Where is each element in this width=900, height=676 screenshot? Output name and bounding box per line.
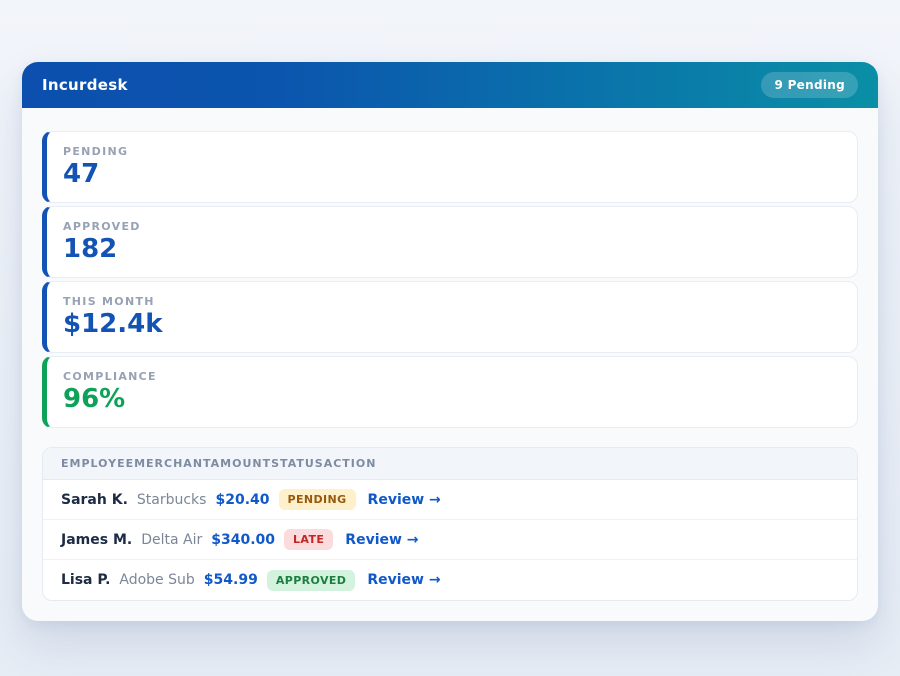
column-header: STATUS — [271, 457, 324, 470]
stat-card: COMPLIANCE 96% — [42, 356, 858, 428]
stat-value: 96% — [63, 385, 841, 414]
column-header: ACTION — [324, 457, 377, 470]
amount-value: $340.00 — [211, 532, 275, 548]
stat-label: COMPLIANCE — [63, 370, 841, 383]
status-badge: APPROVED — [267, 570, 356, 591]
incurdesk-panel: Incurdesk 9 Pending PENDING 47 APPROVED … — [22, 62, 878, 621]
amount-value: $20.40 — [215, 492, 269, 508]
status-badge: PENDING — [279, 489, 356, 510]
expenses-table: EMPLOYEEMERCHANTAMOUNTSTATUSACTION Sarah… — [42, 447, 858, 601]
stat-card: PENDING 47 — [42, 131, 858, 203]
column-header: EMPLOYEE — [61, 457, 134, 470]
table-row: James M. Delta Air $340.00 LATE Review → — [43, 520, 857, 560]
status-badge: LATE — [284, 529, 333, 550]
review-link[interactable]: Review → — [345, 532, 418, 548]
table-header-row: EMPLOYEEMERCHANTAMOUNTSTATUSACTION — [43, 448, 857, 480]
stat-label: APPROVED — [63, 220, 841, 233]
merchant-name: Delta Air — [141, 532, 202, 548]
panel-body: PENDING 47 APPROVED 182 THIS MONTH $12.4… — [22, 108, 878, 621]
employee-name: Lisa P. — [61, 572, 110, 588]
stat-value: $12.4k — [63, 310, 841, 339]
review-link[interactable]: Review → — [368, 492, 441, 508]
employee-name: Sarah K. — [61, 492, 128, 508]
amount-value: $54.99 — [204, 572, 258, 588]
panel-header: Incurdesk 9 Pending — [22, 62, 878, 108]
stats-list: PENDING 47 APPROVED 182 THIS MONTH $12.4… — [42, 131, 858, 428]
table-body: Sarah K. Starbucks $20.40 PENDING Review… — [43, 480, 857, 600]
stat-value: 47 — [63, 160, 841, 189]
stat-label: THIS MONTH — [63, 295, 841, 308]
stat-card: APPROVED 182 — [42, 206, 858, 278]
stat-value: 182 — [63, 235, 841, 264]
app-title: Incurdesk — [42, 76, 128, 94]
table-row: Sarah K. Starbucks $20.40 PENDING Review… — [43, 480, 857, 520]
merchant-name: Adobe Sub — [119, 572, 194, 588]
merchant-name: Starbucks — [137, 492, 207, 508]
review-link[interactable]: Review → — [367, 572, 440, 588]
stat-card: THIS MONTH $12.4k — [42, 281, 858, 353]
pending-count-badge: 9 Pending — [761, 72, 858, 98]
column-header: MERCHANT — [134, 457, 211, 470]
employee-name: James M. — [61, 532, 132, 548]
stat-label: PENDING — [63, 145, 841, 158]
column-header: AMOUNT — [211, 457, 271, 470]
table-row: Lisa P. Adobe Sub $54.99 APPROVED Review… — [43, 560, 857, 600]
